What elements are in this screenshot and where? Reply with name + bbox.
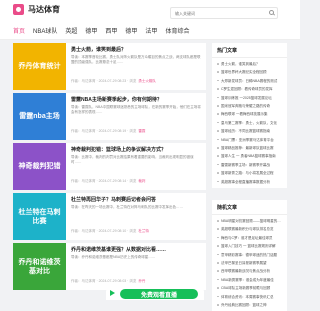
search-icon[interactable] (269, 10, 274, 15)
article-summary: 导读：本赛季首轮比赛，勇士队对阵火箭队是万众瞩目的焦点之战，两支球队都是联盟的顶… (71, 55, 201, 64)
article-byline: 作者：马达体育 · 2024-07-29 08:03 · 浏览 (71, 279, 137, 283)
article-meta: 作者：马达体育 · 2024-07-29 08:03 · 浏览 乔丹 (71, 279, 145, 284)
logo-text: 马达体育 (28, 5, 60, 14)
sidebar-hot-item[interactable]: 梅西联球 一看梅西球技展示集 (217, 110, 283, 118)
article-card[interactable]: 乔丹和诺维茨基对比 乔丹和诺维茨基谁更强？从数据对比看…… 导读：乔丹和诺维茨基… (13, 243, 206, 290)
search-box[interactable] (170, 7, 278, 19)
search-input[interactable] (171, 9, 273, 17)
sidebar-random-item[interactable]: NBA明星对抗赛回顾——篮球明星的精彩对决 (217, 217, 283, 225)
sidebar-hot-item[interactable]: 篮球精品推荐：最新球队篮球比赛 (217, 144, 283, 152)
article-meta: 作者：马达体育 · 2024-07-29 08:19 · 浏览 雷霆 (71, 129, 145, 134)
article-title[interactable]: 乔丹和诺维茨基谁更强？从数据对比看…… (71, 246, 206, 253)
nav-item-la-liga[interactable]: 西甲 (105, 26, 117, 35)
sidebar-random-title: 随机文章 (212, 200, 287, 215)
article-title[interactable]: 勇士火箭，谁笑到最后？ (71, 46, 206, 53)
sidebar-hot-item[interactable]: 英超赛事全程直播赛事数据分析 (217, 178, 283, 186)
sidebar-random-item[interactable]: 乔丹经典比赛回顾：篮球之神 (217, 301, 283, 309)
nav-item-sports-general[interactable]: 体育综合 (165, 26, 189, 35)
article-card[interactable]: 杜兰特在马刺比赛 杜兰特再回华子？马刺赛后记者会问答 导读：在昨天的一场比赛中，… (13, 193, 206, 240)
article-tag[interactable]: 裁判 (138, 179, 145, 183)
article-card[interactable]: 乔丹体育统计 勇士火箭，谁笑到最后？ 导读：本赛季首轮比赛，勇士队对阵火箭队是万… (13, 43, 206, 90)
sidebar-hot-item[interactable]: 勇士火箭，谁笑到最后？ (217, 60, 283, 68)
sidebar-hot-item[interactable]: 大郑新发球员：日稀NBA赛程的测试 (217, 77, 283, 85)
site-header: 马达体育 (0, 0, 300, 20)
article-byline: 作者：马达体育 · 2024-07-29 08:10 · 浏览 (71, 229, 137, 233)
article-thumbnail[interactable]: 乔丹体育统计 (13, 43, 66, 90)
article-thumbnail[interactable]: 杜兰特在马刺比赛 (13, 193, 66, 240)
sidebar-hot-item[interactable]: C罗生涯回顾：看传奇球员的发挥 (217, 85, 283, 93)
sidebar-random-item[interactable]: 英超联赛最新积分与球队排名总览 (217, 225, 283, 233)
article-summary: 导读：在昨天的一场比赛中，杜兰特在对阵马刺队的比赛中发挥出色…… (71, 205, 183, 209)
thumbnail-caption: 杜兰特在马刺比赛 (18, 208, 61, 225)
article-card[interactable]: 雷霆nba主场 雷霆NBA主场新赛季起步，你有何期待？ 导读：雷霆队，NBA中国… (13, 93, 206, 140)
article-meta: 作者：马达体育 · 2024-07-29 08:23 · 浏览 勇士火箭队 (71, 79, 156, 84)
sidebar-random-articles: 随机文章 NBA明星对抗赛回顾——篮球明星的精彩对决 英超联赛最新积分与球队排名… (212, 200, 287, 311)
arrow-right-icon (110, 290, 115, 296)
sidebar-hot-item[interactable]: 国米冠军奔跑与荣耀之路的传奇 (217, 102, 283, 110)
nav-item-premier-league[interactable]: 英超 (65, 26, 77, 35)
article-title[interactable]: 杜兰特再回华子？马刺赛后记者会问答 (71, 196, 206, 203)
article-byline: 作者：马达体育 · 2024-07-29 08:14 · 浏览 (71, 179, 137, 183)
article-title[interactable]: 雷霆NBA主场新赛季起步，你有何期待？ (71, 96, 206, 103)
nav-item-home[interactable]: 首页 (13, 26, 25, 35)
site-logo[interactable]: 马达体育 (13, 4, 60, 15)
sidebar-random-item[interactable]: CBA球队主场新赛季前瞻与回顾 (217, 284, 283, 292)
article-tag[interactable]: 乔丹 (138, 279, 145, 283)
sidebar-hot-item[interactable]: 篮球新秀之路：与小将发展全过程 (217, 169, 283, 177)
article-byline: 作者：马达体育 · 2024-07-29 08:23 · 浏览 (71, 79, 137, 83)
sidebar-random-item[interactable]: 西甲联赛最新战况与焦点战分析 (217, 267, 283, 275)
sidebar-hot-item[interactable]: 篮球经历：不同比赛篮球赛指南 (217, 127, 283, 135)
watch-live-button[interactable]: 免费观看直播 (120, 289, 198, 299)
sidebar-hot-item[interactable]: 篮球训练推 一2025篮球发展论坛 (217, 94, 283, 102)
sidebar-random-item[interactable]: NBA新秀赛季：谁会成为年度最佳 (217, 276, 283, 284)
thumbnail-caption: 乔丹体育统计 (18, 63, 61, 70)
thumbnail-caption: 雷霆nba主场 (19, 113, 60, 120)
thumbnail-caption: 乔丹和诺维茨基对比 (18, 258, 61, 275)
article-meta: 作者：马达体育 · 2024-07-29 08:10 · 浏览 杜兰特 (71, 229, 149, 234)
sidebar-hot-item[interactable]: 篮球人生 一 勇者NBA篮球赛事指南 (217, 152, 283, 160)
article-meta: 作者：马达体育 · 2024-07-29 08:14 · 浏览 裁判 (71, 179, 145, 184)
sidebar-random-item[interactable]: 法甲巴黎圣日耳曼新赛季展望 (217, 259, 283, 267)
nav-item-bundesliga[interactable]: 德甲 (85, 26, 97, 35)
article-summary: 导读：雷霆队，NBA中国联赛球迷熟悉的主场球队，在新的赛季开始，他们在主场将会有… (71, 105, 201, 114)
sidebar-hot-title: 热门文章 (212, 43, 287, 58)
article-card[interactable]: 神奇裁判犯错 神奇裁判犯错：篮球场上的争议解决方式？ 导读：比赛中，裁判的判罚对… (13, 143, 206, 190)
thumbnail-caption: 神奇裁判犯错 (18, 163, 61, 170)
article-thumbnail[interactable]: 雷霆nba主场 (13, 93, 66, 140)
article-thumbnail[interactable]: 乔丹和诺维茨基对比 (13, 243, 66, 290)
nav-item-ligue-1[interactable]: 法甲 (145, 26, 157, 35)
logo-icon (13, 4, 24, 15)
sidebar-hot-item[interactable]: NBA门票：亚洲季赛马达体育平台 (217, 136, 283, 144)
nav-item-nba[interactable]: NBA球队 (33, 26, 57, 35)
article-summary: 导读：乔丹和诺维茨基都是NBA历史上的传奇球星…… (71, 255, 156, 259)
article-thumbnail[interactable]: 神奇裁判犯错 (13, 143, 66, 190)
sidebar-random-item[interactable]: 梅西与C罗：谁才是足坛最佳球员 (217, 234, 283, 242)
main-nav: 首页 NBA球队 英超 德甲 西甲 德甲 法甲 体育综合 (0, 20, 300, 40)
nav-item-bundesliga-2[interactable]: 德甲 (125, 26, 137, 35)
sidebar-hot-articles: 热门文章 勇士火箭，谁笑到最后？ 篮球世界杯大赛纪实全程回顾 大郑新发球员：日稀… (212, 43, 287, 189)
watch-live-banner: 免费观看直播 (106, 286, 204, 300)
sidebar-random-item[interactable]: 意甲精彩赛事：德甲球迷的热门话题 (217, 251, 283, 259)
article-tag[interactable]: 勇士火箭队 (138, 79, 156, 83)
sidebar-hot-item[interactable]: 皇马第二赛季：勇士，火箭队，文化 (217, 119, 283, 127)
article-list: 乔丹体育统计 勇士火箭，谁笑到最后？ 导读：本赛季首轮比赛，勇士队对阵火箭队是万… (13, 43, 206, 293)
sidebar-random-item[interactable]: 篮球入门技巧 一 篮球比赛规则详解 (217, 242, 283, 250)
sidebar-hot-item[interactable]: 篮球世界杯大赛纪实全程回顾 (217, 68, 283, 76)
article-tag[interactable]: 雷霆 (138, 129, 145, 133)
article-byline: 作者：马达体育 · 2024-07-29 08:19 · 浏览 (71, 129, 137, 133)
article-tag[interactable]: 杜兰特 (138, 229, 149, 233)
sidebar-hot-item[interactable]: 雷霆新赛季主场：新赛季开幕战 (217, 161, 283, 169)
article-title[interactable]: 神奇裁判犯错：篮球场上的争议解决方式？ (71, 146, 206, 153)
article-summary: 导读：比赛中，裁判的判罚对比赛结果有着重要的影响，当裁判出现明显的错误时…… (71, 155, 194, 164)
